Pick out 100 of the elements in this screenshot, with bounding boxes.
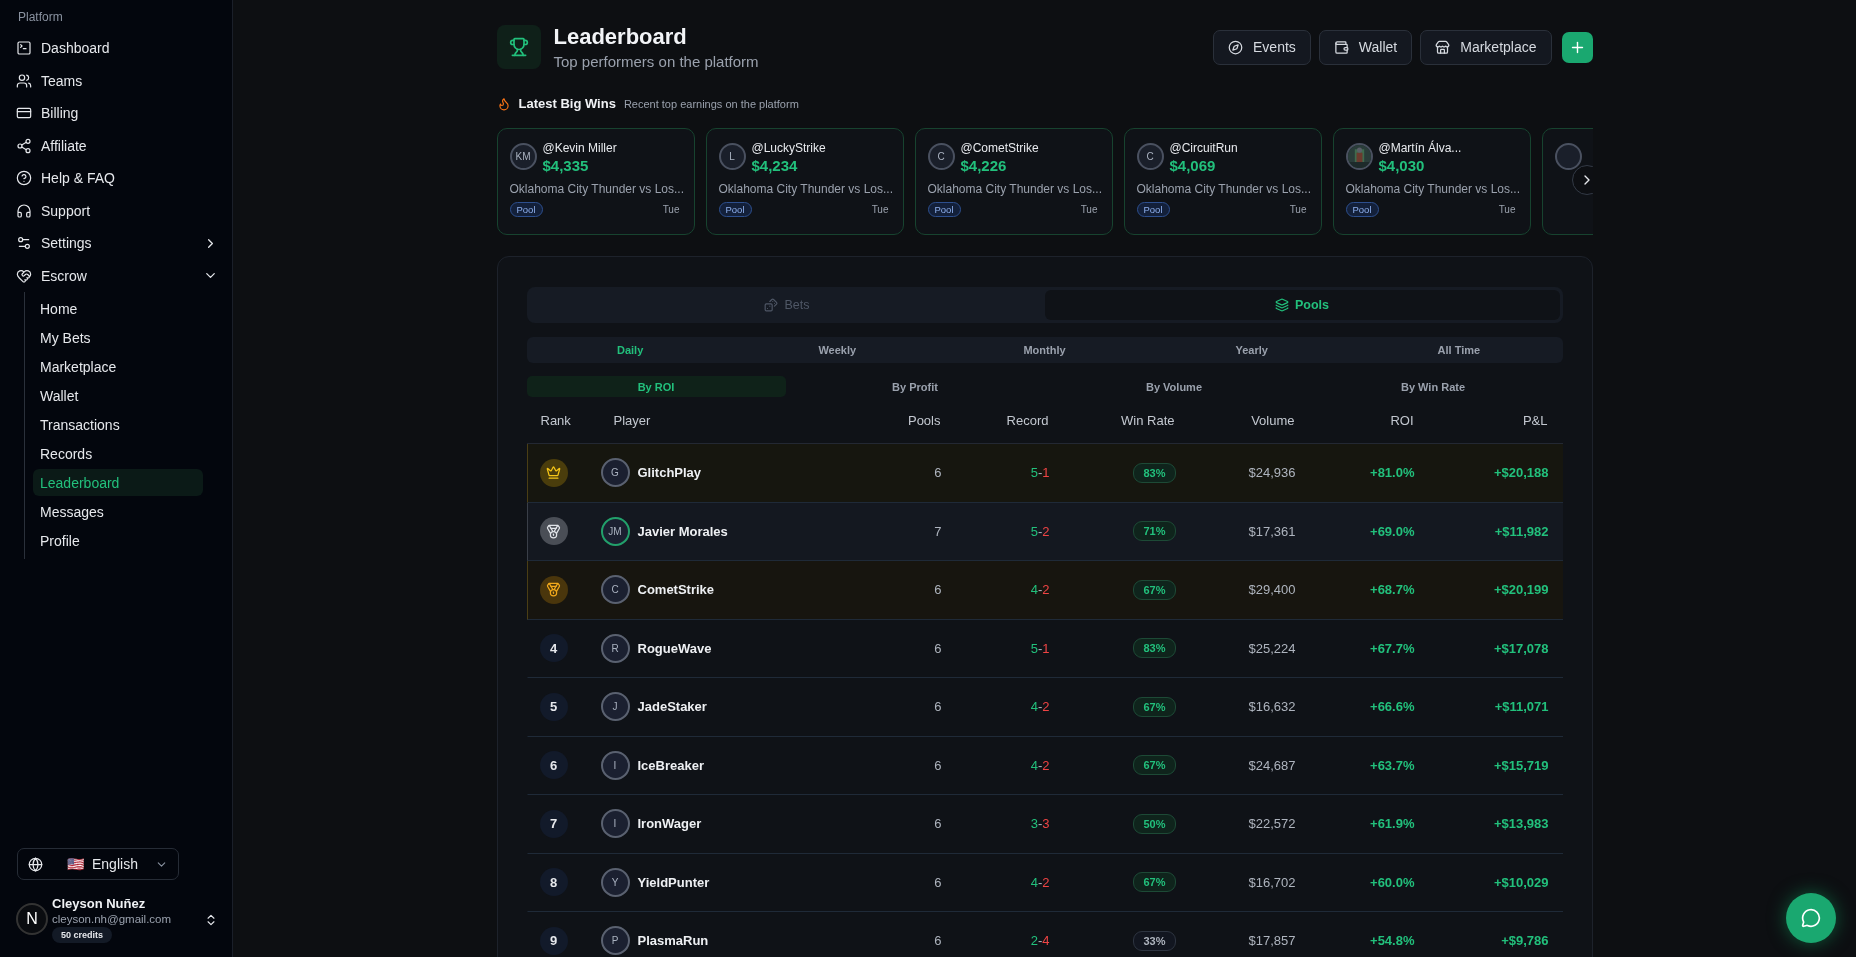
chat-button[interactable] xyxy=(1786,893,1836,943)
page-title: Leaderboard xyxy=(553,24,688,50)
win-rate-badge: 33% xyxy=(1133,930,1176,951)
player-name: CometStrike xyxy=(637,582,715,598)
section-subtitle: Recent top earnings on the platform xyxy=(623,97,799,110)
record-cell-text: 5-2 xyxy=(1029,523,1050,539)
win-rate-badge: 71% xyxy=(1133,521,1176,542)
win-card[interactable]: @Martín Álva... $4,030 Oklahoma City Thunder vs Los... Pool Tue xyxy=(1332,128,1531,235)
globe-icon xyxy=(28,856,43,872)
nav-subitem[interactable]: Leaderboard xyxy=(33,469,203,496)
table-cell-text: 6 xyxy=(933,640,942,656)
nav-item[interactable]: Billing xyxy=(16,97,218,130)
table-cell-text: +$11,982 xyxy=(1493,523,1549,539)
sort-tab[interactable]: By Volume xyxy=(1044,376,1304,397)
nav-item[interactable]: Escrow xyxy=(16,259,218,292)
player-name: Javier Morales xyxy=(637,523,728,539)
player-handle: @LuckyStrike xyxy=(751,141,826,155)
column-header: Rank xyxy=(539,412,572,428)
nav-subitem[interactable]: My Bets xyxy=(33,324,203,351)
nav-subitem[interactable]: Messages xyxy=(33,498,203,525)
language-select[interactable]: 🇺🇸 English xyxy=(17,848,179,880)
pool-tag: Pool xyxy=(1136,202,1170,217)
period-tab[interactable]: All Time xyxy=(1355,337,1563,363)
table-cell-text: $22,572 xyxy=(1247,816,1296,832)
record-cell-text: 3-3 xyxy=(1029,816,1050,832)
avatar: JM xyxy=(600,516,630,546)
day-label: Tue xyxy=(1289,204,1307,215)
table-cell-text: +63.7% xyxy=(1369,757,1415,773)
rank-badge: 6 xyxy=(539,751,568,780)
player-name: JadeStaker xyxy=(637,699,707,715)
table-cell-text: 6 xyxy=(933,465,942,481)
column-header: Win Rate xyxy=(1120,412,1175,428)
period-tab[interactable]: Yearly xyxy=(1148,337,1356,363)
rank-badge: 4 xyxy=(539,634,568,663)
nav-subitem[interactable]: Profile xyxy=(33,527,203,554)
avatar: KM xyxy=(509,143,537,170)
period-tab[interactable]: Monthly xyxy=(940,337,1149,363)
nav-subitem[interactable]: Transactions xyxy=(33,411,203,438)
user-email: cleyson.nh@gmail.com xyxy=(52,913,173,925)
medal-icon xyxy=(539,575,568,604)
win-amount: $4,030 xyxy=(1378,157,1426,174)
table-cell-text: $25,224 xyxy=(1247,640,1296,656)
nav-item[interactable]: Settings xyxy=(16,227,218,260)
win-card[interactable]: C @CircuitRun $4,069 Oklahoma City Thunder vs Los... Pool Tue xyxy=(1123,128,1322,235)
win-amount: $4,234 xyxy=(751,157,799,174)
nav-item[interactable]: Dashboard xyxy=(16,32,218,65)
sort-tab[interactable]: By ROI xyxy=(526,376,786,397)
terminal-icon xyxy=(16,40,32,57)
nav-subitem[interactable]: Wallet xyxy=(33,382,203,409)
add-button[interactable] xyxy=(1561,31,1593,63)
handshake-icon xyxy=(16,267,32,284)
record-cell-text: 5-1 xyxy=(1029,465,1050,481)
player-handle: @CircuitRun xyxy=(1169,141,1238,155)
table-cell-text: +61.9% xyxy=(1369,816,1415,832)
compass-icon xyxy=(1228,39,1244,55)
table-cell-text: +66.6% xyxy=(1369,699,1415,715)
sliders-icon xyxy=(16,235,32,252)
player-handle: @Kevin Miller xyxy=(542,141,617,155)
player-name: IceBreaker xyxy=(637,757,704,773)
nav-button[interactable]: Events xyxy=(1213,29,1311,65)
table-cell-text: +54.8% xyxy=(1369,933,1415,949)
table-cell-text: $24,936 xyxy=(1247,465,1296,481)
credits-badge: 50 credits xyxy=(52,927,113,943)
users-icon xyxy=(16,72,32,89)
flame-icon xyxy=(496,96,511,111)
mode-tab[interactable]: Pools xyxy=(1044,290,1560,320)
column-header: Pools xyxy=(906,412,941,428)
column-header: Player xyxy=(612,412,652,428)
sort-tab[interactable]: By Win Rate xyxy=(1303,376,1563,397)
sort-tab[interactable]: By Profit xyxy=(785,376,1045,397)
table-cell-text: 6 xyxy=(933,757,942,773)
win-card[interactable]: L @LuckyStrike $4,234 Oklahoma City Thunder vs Los... Pool Tue xyxy=(705,128,904,235)
nav-button[interactable]: Marketplace xyxy=(1420,29,1552,65)
column-header: Record xyxy=(1005,412,1049,428)
table-cell-text: $16,702 xyxy=(1247,874,1296,890)
nav-item[interactable]: Support xyxy=(16,194,218,227)
player-name: YieldPunter xyxy=(637,874,710,890)
table-cell-text: 6 xyxy=(933,699,942,715)
table-cell-text: +68.7% xyxy=(1369,582,1415,598)
period-tab[interactable]: Weekly xyxy=(733,337,941,363)
record-cell-text: 5-1 xyxy=(1029,640,1050,656)
section-label: Platform xyxy=(18,10,64,24)
nav-subitem[interactable]: Marketplace xyxy=(33,353,203,380)
nav-item[interactable]: Help & FAQ xyxy=(16,162,218,195)
table-cell-text: 6 xyxy=(933,582,942,598)
day-label: Tue xyxy=(1498,204,1516,215)
medal-icon xyxy=(539,517,568,546)
nav-button[interactable]: Wallet xyxy=(1318,29,1413,65)
win-card[interactable]: C @CometStrike $4,226 Oklahoma City Thunder vs Los... Pool Tue xyxy=(914,128,1113,235)
period-tab[interactable]: Daily xyxy=(526,337,734,363)
nav-subitem[interactable]: Home xyxy=(33,295,203,322)
player-name: IronWager xyxy=(637,816,702,832)
share-icon xyxy=(16,137,32,154)
table-cell-text: $17,857 xyxy=(1247,933,1296,949)
avatar: C xyxy=(1136,143,1164,170)
nav-item[interactable]: Teams xyxy=(16,64,218,97)
table-cell-text: +60.0% xyxy=(1369,874,1415,890)
nav-item[interactable]: Affiliate xyxy=(16,129,218,162)
table-cell-text: +$15,719 xyxy=(1492,757,1549,773)
nav-subitem[interactable]: Records xyxy=(33,440,203,467)
